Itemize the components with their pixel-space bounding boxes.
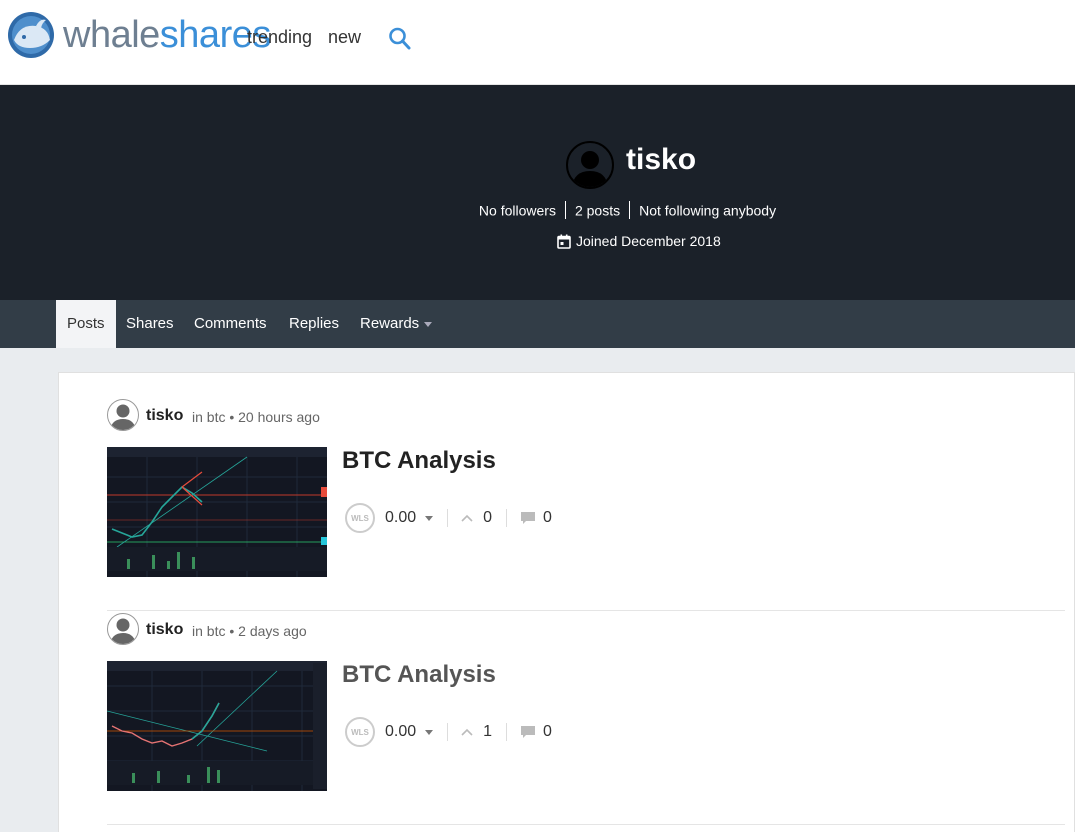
post-item: tisko in btc • 2 days ago BTC Analysis W…: [107, 611, 1065, 825]
post-thumbnail[interactable]: [107, 661, 327, 791]
comment-count[interactable]: 0: [543, 723, 552, 741]
action-divider: [447, 723, 449, 741]
chart-thumbnail-image: [107, 447, 327, 577]
tab-posts[interactable]: Posts: [56, 300, 116, 348]
following-count[interactable]: Not following anybody: [639, 202, 776, 218]
comment-icon[interactable]: [520, 511, 536, 525]
post-author[interactable]: tisko: [146, 621, 183, 639]
profile-tabs: Posts Shares Comments Replies Rewards: [0, 300, 1075, 348]
comment-count[interactable]: 0: [543, 509, 552, 527]
post-title[interactable]: BTC Analysis: [342, 661, 496, 689]
action-divider: [447, 509, 449, 527]
comment-icon[interactable]: [520, 725, 536, 739]
tab-replies[interactable]: Replies: [278, 300, 350, 348]
default-user-icon: [110, 404, 136, 430]
payout-amount[interactable]: 0.00: [385, 723, 416, 741]
chevron-down-icon: [424, 321, 433, 327]
wls-token-icon: WLS: [345, 503, 375, 533]
post-item: tisko in btc • 20 hours ago BTC Analysis…: [107, 397, 1065, 611]
author-avatar[interactable]: [107, 613, 139, 645]
post-meta: in btc • 20 hours ago: [192, 409, 320, 425]
calendar-icon: [557, 234, 571, 249]
chevron-down-icon[interactable]: [425, 729, 434, 735]
profile-stats: No followers 2 posts Not following anybody: [0, 201, 1075, 220]
posts-count: 2 posts: [574, 202, 621, 219]
post-thumbnail[interactable]: [107, 447, 327, 577]
tab-rewards-label: Rewards: [360, 315, 420, 332]
stats-divider: [564, 201, 566, 220]
post-author[interactable]: tisko: [146, 407, 183, 425]
followers-count[interactable]: No followers: [479, 202, 556, 218]
nav-new-link[interactable]: new: [328, 27, 361, 48]
tab-rewards[interactable]: Rewards: [349, 300, 443, 348]
top-header: whaleshares trending new: [0, 0, 1075, 85]
brand-part-whale: whale: [63, 14, 160, 56]
author-avatar[interactable]: [107, 399, 139, 431]
payout-amount[interactable]: 0.00: [385, 509, 416, 527]
post-actions: WLS 0.00 1 0: [343, 715, 552, 749]
default-user-icon: [110, 618, 136, 644]
joined-date: Joined December 2018: [557, 233, 721, 249]
joined-label: Joined December 2018: [576, 233, 721, 249]
post-list: tisko in btc • 20 hours ago BTC Analysis…: [58, 372, 1075, 832]
nav-trending-link[interactable]: trending: [247, 27, 312, 48]
tab-comments[interactable]: Comments: [183, 300, 278, 348]
upvote-icon[interactable]: [461, 727, 473, 737]
upvote-icon[interactable]: [461, 513, 473, 523]
svg-text:WLS: WLS: [351, 514, 369, 523]
vote-count[interactable]: 1: [483, 723, 492, 741]
action-divider: [506, 509, 508, 527]
brand-wordmark[interactable]: whaleshares: [63, 14, 271, 57]
svg-text:WLS: WLS: [351, 728, 369, 737]
profile-username: tisko: [626, 143, 697, 176]
chevron-down-icon[interactable]: [425, 515, 434, 521]
tab-shares[interactable]: Shares: [115, 300, 185, 348]
chart-thumbnail-image: [107, 661, 327, 791]
vote-count[interactable]: 0: [483, 509, 492, 527]
whale-logo-icon[interactable]: [6, 10, 56, 60]
search-icon[interactable]: [388, 26, 412, 52]
profile-hero: tisko No followers 2 posts Not following a…: [0, 85, 1075, 300]
post-title[interactable]: BTC Analysis: [342, 447, 496, 475]
action-divider: [506, 723, 508, 741]
stats-divider: [629, 201, 631, 220]
wls-token-icon: WLS: [345, 717, 375, 747]
profile-avatar: [566, 141, 614, 189]
default-user-icon: [572, 151, 608, 187]
post-meta: in btc • 2 days ago: [192, 623, 307, 639]
post-actions: WLS 0.00 0 0: [343, 501, 552, 535]
